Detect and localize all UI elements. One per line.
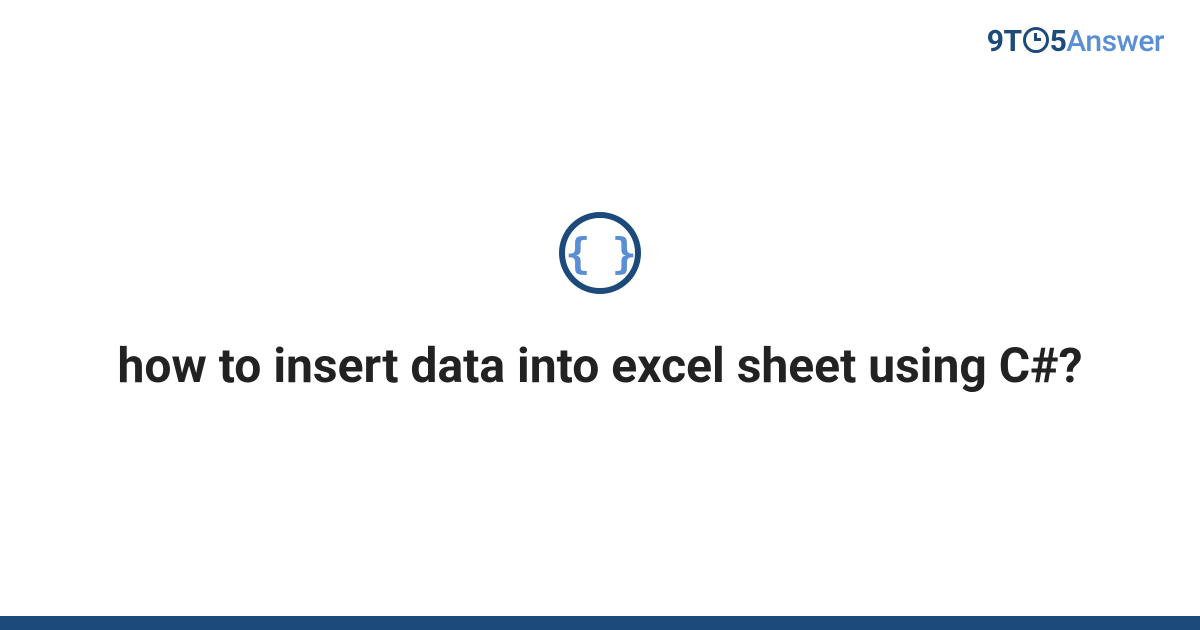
logo-text-answer: Answer (1066, 24, 1164, 59)
code-braces-icon: { } (559, 212, 641, 294)
logo-text-5: 5 (1050, 24, 1067, 59)
braces-glyph: { } (565, 228, 635, 277)
clock-icon (1023, 27, 1049, 53)
footer-accent-bar (0, 616, 1200, 630)
page-title: how to insert data into excel sheet usin… (78, 336, 1123, 396)
logo-text-9t: 9T (987, 24, 1022, 59)
main-content: { } how to insert data into excel sheet … (0, 212, 1200, 396)
site-logo: 9T 5 Answer (987, 24, 1164, 59)
